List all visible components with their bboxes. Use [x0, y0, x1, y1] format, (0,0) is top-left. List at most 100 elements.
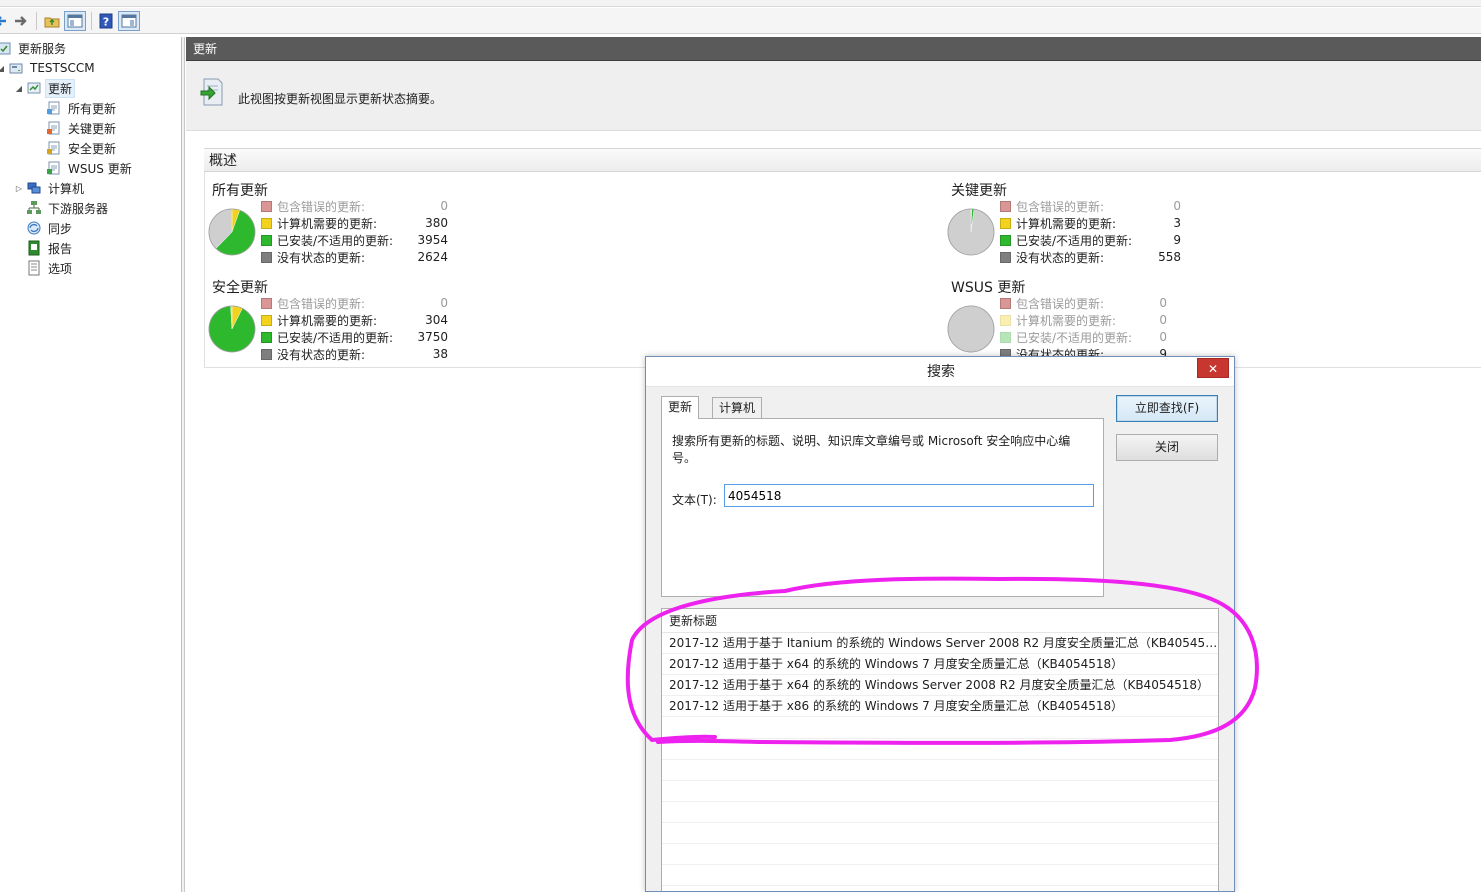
pie-critical-updates — [947, 208, 995, 256]
tab-updates[interactable]: 更新 — [661, 396, 700, 419]
search-dialog: 搜索 ✕ 更新 计算机 搜索所有更新的标题、说明、知识库文章编号或 Micros… — [645, 356, 1235, 892]
expand-icon[interactable]: ▷ — [14, 184, 24, 193]
legend-installed: 已安装/不适用的更新: 0 — [1000, 329, 1167, 346]
help-button[interactable]: ? — [97, 11, 115, 31]
console-tree-icon — [67, 14, 83, 28]
show-hide-action-pane-button[interactable] — [118, 11, 140, 31]
group-title-critical-updates: 关键更新 — [951, 183, 1007, 199]
tab-computers[interactable]: 计算机 — [712, 397, 763, 419]
tree-node-security-updates[interactable]: 安全更新 — [46, 139, 118, 157]
legend-swatch — [261, 349, 272, 360]
tree-label: WSUS 更新 — [68, 161, 132, 176]
legend-needed: 计算机需要的更新: 3 — [1000, 215, 1181, 232]
options-icon — [26, 260, 42, 276]
tree-label: 同步 — [48, 221, 73, 236]
result-row[interactable]: 2017-12 适用于基于 x64 的系统的 Windows 7 月度安全质量汇… — [662, 654, 1218, 675]
legend-swatch — [261, 332, 272, 343]
collapse-icon[interactable]: ◢ — [0, 64, 6, 73]
tree-label: 更新服务 — [18, 41, 67, 56]
search-results-list: 更新标题 2017-12 适用于基于 Itanium 的系统的 Windows … — [661, 608, 1219, 891]
legend-nostatus: 没有状态的更新: 2624 — [261, 249, 448, 266]
search-tab-panel: 搜索所有更新的标题、说明、知识库文章编号或 Microsoft 安全响应中心编号… — [661, 418, 1104, 597]
legend-swatch — [1000, 201, 1011, 212]
tree-label: 关键更新 — [68, 121, 117, 136]
legend-swatch — [261, 252, 272, 263]
toolbar: ? — [0, 8, 1481, 34]
tree-label: TESTSCCM — [30, 61, 95, 75]
legend-swatch — [1000, 298, 1011, 309]
dialog-title-bar[interactable]: 搜索 — [646, 357, 1234, 387]
tree-node-updates[interactable]: ◢ 更新 — [14, 78, 76, 98]
tree-node-all-updates[interactable]: 所有更新 — [46, 99, 118, 117]
legend-installed: 已安装/不适用的更新: 3750 — [261, 329, 448, 346]
legend-swatch — [1000, 252, 1011, 263]
tree-label: 更新 — [44, 78, 76, 98]
update-services-icon — [0, 40, 12, 56]
search-text-input[interactable] — [724, 484, 1094, 507]
result-row[interactable]: 2017-12 适用于基于 x86 的系统的 Windows 7 月度安全质量汇… — [662, 696, 1218, 717]
show-hide-console-tree-button[interactable] — [64, 11, 86, 31]
tree-node-synchronizations[interactable]: 同步 — [26, 219, 74, 237]
legend-swatch — [1000, 315, 1011, 326]
collapse-icon[interactable]: ◢ — [14, 84, 24, 93]
folder-up-icon — [44, 17, 60, 28]
legend-swatch — [261, 235, 272, 246]
tree-node-reports[interactable]: 报告 — [26, 239, 74, 257]
result-row[interactable]: 2017-12 适用于基于 Itanium 的系统的 Windows Serve… — [662, 633, 1218, 654]
menu-bar[interactable] — [0, 0, 1481, 7]
close-icon: ✕ — [1207, 362, 1219, 376]
legend-swatch — [261, 218, 272, 229]
result-pane-header: 更新 — [186, 37, 1481, 61]
column-header-update-title[interactable]: 更新标题 — [662, 609, 1218, 633]
tree-label: 所有更新 — [68, 101, 117, 116]
overview-section-header: 概述 — [204, 148, 1481, 172]
forward-button[interactable] — [12, 11, 30, 31]
banner-description: 此视图按更新视图显示更新状态摘要。 — [238, 92, 443, 106]
tree-node-wsus-updates[interactable]: WSUS 更新 — [46, 159, 134, 177]
update-view-icon — [46, 100, 62, 116]
tree-node-options[interactable]: 选项 — [26, 259, 74, 277]
pie-all-updates — [208, 208, 256, 256]
tree-node-computers[interactable]: ▷ 计算机 — [14, 179, 86, 197]
tree-label: 报告 — [48, 241, 73, 256]
up-folder-button[interactable] — [42, 11, 62, 31]
back-button[interactable] — [0, 11, 8, 31]
downstream-servers-icon — [26, 200, 42, 216]
close-button[interactable]: 关闭 — [1116, 434, 1218, 461]
search-description: 搜索所有更新的标题、说明、知识库文章编号或 Microsoft 安全响应中心编号… — [672, 434, 1071, 465]
console-tree: 更新服务 ◢ TESTSCCM ◢ 更新 所有更新 关键更新 安全更新 WSUS… — [0, 37, 182, 892]
tree-splitter[interactable] — [182, 37, 185, 892]
svg-text:?: ? — [103, 16, 109, 29]
group-title-wsus-updates: WSUS 更新 — [951, 280, 1026, 296]
back-arrow-icon — [0, 16, 6, 26]
legend-error: 包含错误的更新: 0 — [261, 198, 448, 215]
legend-swatch — [261, 298, 272, 309]
help-icon: ? — [99, 13, 113, 29]
dialog-title: 搜索 — [927, 364, 955, 380]
critical-update-icon — [46, 120, 62, 136]
updates-icon — [26, 80, 42, 96]
tree-label: 计算机 — [48, 181, 85, 196]
tree-node-critical-updates[interactable]: 关键更新 — [46, 119, 118, 137]
overview-title: 概述 — [209, 153, 237, 169]
wsus-update-icon — [46, 160, 62, 176]
find-now-button[interactable]: 立即查找(F) — [1116, 395, 1218, 422]
tree-node-server[interactable]: ◢ TESTSCCM — [0, 59, 97, 77]
group-title-security-updates: 安全更新 — [212, 280, 268, 296]
tree-node-downstream-servers[interactable]: 下游服务器 — [26, 199, 110, 217]
action-pane-icon — [121, 14, 137, 28]
pie-wsus-updates — [947, 305, 995, 353]
tree-label: 选项 — [48, 261, 73, 276]
result-pane-title: 更新 — [193, 42, 218, 56]
tree-node-update-services[interactable]: 更新服务 — [0, 39, 68, 57]
description-banner: 此视图按更新视图显示更新状态摘要。 — [186, 61, 1481, 131]
legend-swatch — [1000, 332, 1011, 343]
tab-label: 更新 — [668, 400, 693, 414]
security-update-icon — [46, 140, 62, 156]
dialog-close-button[interactable]: ✕ — [1197, 358, 1229, 378]
result-row[interactable]: 2017-12 适用于基于 x64 的系统的 Windows Server 20… — [662, 675, 1218, 696]
text-field-label: 文本(T): — [672, 493, 717, 507]
group-title-all-updates: 所有更新 — [212, 183, 268, 199]
tree-label: 安全更新 — [68, 141, 117, 156]
server-icon — [8, 60, 24, 76]
